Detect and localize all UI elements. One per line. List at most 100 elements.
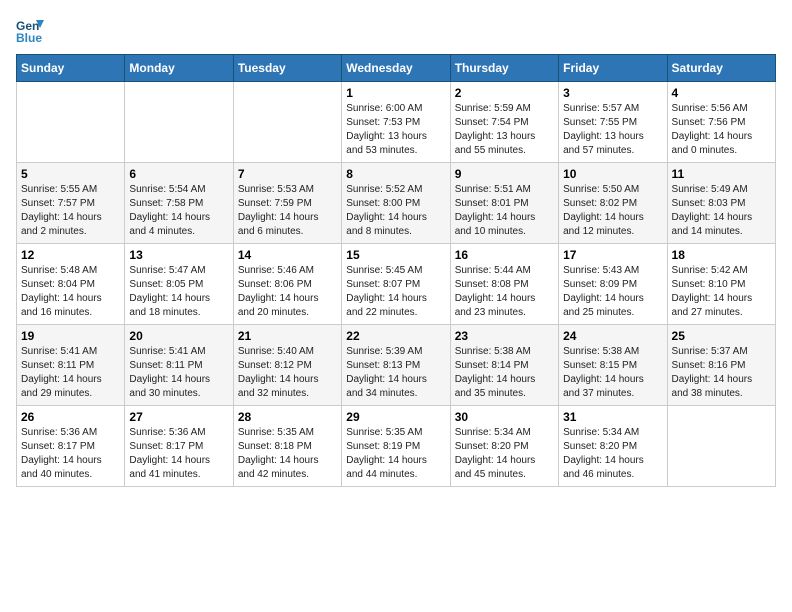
day-cell: 27 Sunrise: 5:36 AMSunset: 8:17 PMDayligh… (125, 406, 233, 487)
day-info: Sunrise: 5:39 AMSunset: 8:13 PMDaylight:… (346, 345, 445, 401)
day-number: 14 (238, 248, 337, 262)
day-info: Sunrise: 5:43 AMSunset: 8:09 PMDaylight:… (563, 264, 662, 320)
day-info: Sunrise: 5:38 AMSunset: 8:14 PMDaylight:… (455, 345, 554, 401)
day-number: 8 (346, 167, 445, 181)
day-cell: 31Sunrise: 5:34 AMSunset: 8:20 PMDayligh… (559, 406, 667, 487)
day-info: Sunrise: 5:37 AMSunset: 8:16 PMDaylight:… (672, 345, 771, 401)
logo: Gen Blue (16, 16, 48, 44)
day-cell: 8 Sunrise: 5:52 AMSunset: 8:00 PMDaylight… (342, 163, 450, 244)
day-number: 4 (672, 86, 771, 100)
day-cell: 24 Sunrise: 5:38 AMSunset: 8:15 PMDayligh… (559, 325, 667, 406)
day-number: 12 (21, 248, 120, 262)
page-header: Gen Blue (16, 16, 776, 44)
day-cell: 29 Sunrise: 5:35 AMSunset: 8:19 PMDayligh… (342, 406, 450, 487)
day-info: Sunrise: 5:34 AMSunset: 8:20 PMDaylight:… (563, 426, 662, 482)
day-cell: 7Sunrise: 5:53 AMSunset: 7:59 PMDaylight… (233, 163, 341, 244)
day-info: Sunrise: 5:41 AMSunset: 8:11 PMDaylight:… (21, 345, 120, 401)
day-cell: 2 Sunrise: 5:59 AMSunset: 7:54 PMDaylight… (450, 82, 558, 163)
day-info: Sunrise: 5:54 AMSunset: 7:58 PMDaylight:… (129, 183, 228, 239)
day-cell: 12 Sunrise: 5:48 AMSunset: 8:04 PMDayligh… (17, 244, 125, 325)
day-info: Sunrise: 5:55 AMSunset: 7:57 PMDaylight:… (21, 183, 120, 239)
day-cell: 14Sunrise: 5:46 AMSunset: 8:06 PMDayligh… (233, 244, 341, 325)
calendar-table: SundayMondayTuesdayWednesdayThursdayFrid… (16, 54, 776, 487)
weekday-header-saturday: Saturday (667, 55, 775, 82)
day-cell (233, 82, 341, 163)
day-cell: 19 Sunrise: 5:41 AMSunset: 8:11 PMDayligh… (17, 325, 125, 406)
day-cell: 6Sunrise: 5:54 AMSunset: 7:58 PMDaylight… (125, 163, 233, 244)
day-cell: 26 Sunrise: 5:36 AMSunset: 8:17 PMDayligh… (17, 406, 125, 487)
day-info: Sunrise: 5:45 AMSunset: 8:07 PMDaylight:… (346, 264, 445, 320)
day-info: Sunrise: 5:48 AMSunset: 8:04 PMDaylight:… (21, 264, 120, 320)
day-number: 2 (455, 86, 554, 100)
day-number: 28 (238, 410, 337, 424)
day-number: 11 (672, 167, 771, 181)
day-number: 26 (21, 410, 120, 424)
weekday-header-tuesday: Tuesday (233, 55, 341, 82)
day-info: Sunrise: 5:59 AMSunset: 7:54 PMDaylight:… (455, 102, 554, 158)
day-info: Sunrise: 5:57 AMSunset: 7:55 PMDaylight:… (563, 102, 662, 158)
day-cell: 25 Sunrise: 5:37 AMSunset: 8:16 PMDayligh… (667, 325, 775, 406)
day-cell: 21 Sunrise: 5:40 AMSunset: 8:12 PMDayligh… (233, 325, 341, 406)
day-cell: 20 Sunrise: 5:41 AMSunset: 8:11 PMDayligh… (125, 325, 233, 406)
day-info: Sunrise: 5:44 AMSunset: 8:08 PMDaylight:… (455, 264, 554, 320)
day-info: Sunrise: 5:35 AMSunset: 8:19 PMDaylight:… (346, 426, 445, 482)
weekday-header-thursday: Thursday (450, 55, 558, 82)
day-number: 19 (21, 329, 120, 343)
day-number: 18 (672, 248, 771, 262)
day-number: 10 (563, 167, 662, 181)
day-cell: 23Sunrise: 5:38 AMSunset: 8:14 PMDayligh… (450, 325, 558, 406)
day-cell: 28 Sunrise: 5:35 AMSunset: 8:18 PMDayligh… (233, 406, 341, 487)
week-row-3: 12 Sunrise: 5:48 AMSunset: 8:04 PMDayligh… (17, 244, 776, 325)
day-number: 16 (455, 248, 554, 262)
day-cell: 9Sunrise: 5:51 AMSunset: 8:01 PMDaylight… (450, 163, 558, 244)
day-number: 5 (21, 167, 120, 181)
day-number: 27 (129, 410, 228, 424)
weekday-header-wednesday: Wednesday (342, 55, 450, 82)
day-info: Sunrise: 5:38 AMSunset: 8:15 PMDaylight:… (563, 345, 662, 401)
day-info: Sunrise: 5:35 AMSunset: 8:18 PMDaylight:… (238, 426, 337, 482)
day-info: Sunrise: 5:36 AMSunset: 8:17 PMDaylight:… (129, 426, 228, 482)
day-number: 24 (563, 329, 662, 343)
day-info: Sunrise: 5:56 AMSunset: 7:56 PMDaylight:… (672, 102, 771, 158)
day-number: 22 (346, 329, 445, 343)
day-number: 15 (346, 248, 445, 262)
day-info: Sunrise: 5:42 AMSunset: 8:10 PMDaylight:… (672, 264, 771, 320)
day-cell: 18 Sunrise: 5:42 AMSunset: 8:10 PMDayligh… (667, 244, 775, 325)
week-row-4: 19 Sunrise: 5:41 AMSunset: 8:11 PMDayligh… (17, 325, 776, 406)
day-info: Sunrise: 5:52 AMSunset: 8:00 PMDaylight:… (346, 183, 445, 239)
day-info: Sunrise: 5:49 AMSunset: 8:03 PMDaylight:… (672, 183, 771, 239)
day-info: Sunrise: 6:00 AMSunset: 7:53 PMDaylight:… (346, 102, 445, 158)
week-row-2: 5 Sunrise: 5:55 AMSunset: 7:57 PMDaylight… (17, 163, 776, 244)
day-number: 30 (455, 410, 554, 424)
day-number: 29 (346, 410, 445, 424)
weekday-header-sunday: Sunday (17, 55, 125, 82)
day-cell: 4 Sunrise: 5:56 AMSunset: 7:56 PMDaylight… (667, 82, 775, 163)
day-info: Sunrise: 5:41 AMSunset: 8:11 PMDaylight:… (129, 345, 228, 401)
day-cell: 15 Sunrise: 5:45 AMSunset: 8:07 PMDayligh… (342, 244, 450, 325)
day-info: Sunrise: 5:40 AMSunset: 8:12 PMDaylight:… (238, 345, 337, 401)
day-number: 13 (129, 248, 228, 262)
day-cell (667, 406, 775, 487)
day-number: 20 (129, 329, 228, 343)
day-cell: 22 Sunrise: 5:39 AMSunset: 8:13 PMDayligh… (342, 325, 450, 406)
day-cell: 1 Sunrise: 6:00 AMSunset: 7:53 PMDaylight… (342, 82, 450, 163)
day-info: Sunrise: 5:34 AMSunset: 8:20 PMDaylight:… (455, 426, 554, 482)
day-cell: 13Sunrise: 5:47 AMSunset: 8:05 PMDayligh… (125, 244, 233, 325)
day-cell: 3 Sunrise: 5:57 AMSunset: 7:55 PMDaylight… (559, 82, 667, 163)
day-cell: 16 Sunrise: 5:44 AMSunset: 8:08 PMDayligh… (450, 244, 558, 325)
weekday-header-monday: Monday (125, 55, 233, 82)
day-number: 3 (563, 86, 662, 100)
day-number: 25 (672, 329, 771, 343)
week-row-1: 1 Sunrise: 6:00 AMSunset: 7:53 PMDaylight… (17, 82, 776, 163)
day-info: Sunrise: 5:36 AMSunset: 8:17 PMDaylight:… (21, 426, 120, 482)
day-cell: 10 Sunrise: 5:50 AMSunset: 8:02 PMDayligh… (559, 163, 667, 244)
day-cell: 30 Sunrise: 5:34 AMSunset: 8:20 PMDayligh… (450, 406, 558, 487)
day-info: Sunrise: 5:50 AMSunset: 8:02 PMDaylight:… (563, 183, 662, 239)
day-number: 7 (238, 167, 337, 181)
weekday-header-friday: Friday (559, 55, 667, 82)
day-cell: 11 Sunrise: 5:49 AMSunset: 8:03 PMDayligh… (667, 163, 775, 244)
day-number: 21 (238, 329, 337, 343)
weekday-header-row: SundayMondayTuesdayWednesdayThursdayFrid… (17, 55, 776, 82)
day-cell (125, 82, 233, 163)
day-number: 1 (346, 86, 445, 100)
